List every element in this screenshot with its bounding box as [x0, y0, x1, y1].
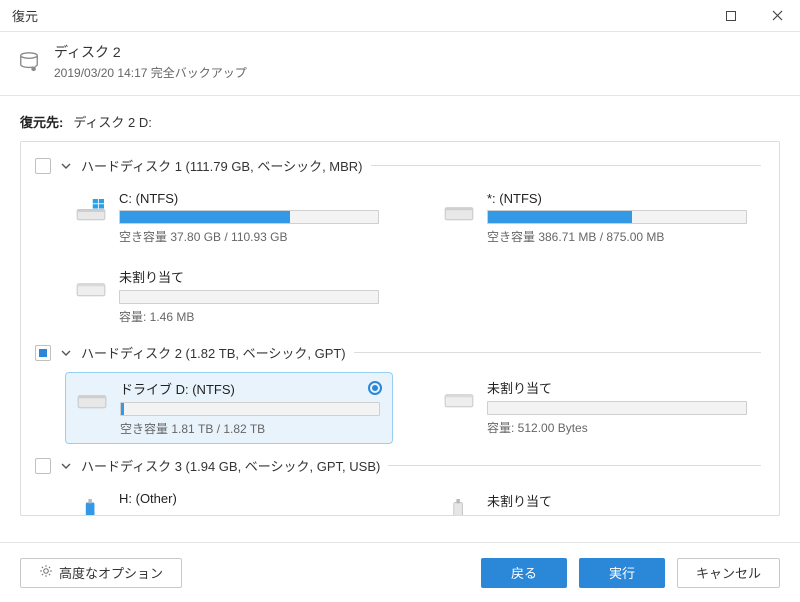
execute-label: 実行 — [609, 563, 635, 582]
advanced-options-label: 高度なオプション — [59, 563, 163, 582]
partition-name: 未割り当て — [487, 491, 753, 510]
usb-drive-icon — [73, 497, 109, 515]
partition-system[interactable]: *: (NTFS) 空き容量 386.71 MB / 875.00 MB — [433, 185, 761, 251]
windows-drive-icon — [73, 197, 109, 227]
partition-c[interactable]: C: (NTFS) 空き容量 37.80 GB / 110.93 GB — [65, 185, 393, 251]
usage-bar — [119, 290, 379, 304]
partition-info: 容量: 512.00 Bytes — [487, 419, 753, 436]
advanced-options-button[interactable]: 高度なオプション — [20, 558, 182, 588]
cancel-button[interactable]: キャンセル — [677, 558, 780, 588]
usb-drive-icon — [441, 497, 477, 515]
divider — [354, 352, 761, 353]
maximize-button[interactable] — [708, 0, 754, 32]
disk2-title: ハードディスク 2 (1.82 TB, ベーシック, GPT) — [81, 343, 346, 362]
partition-name: C: (NTFS) — [119, 191, 385, 206]
drive-icon — [74, 385, 110, 415]
partition-info: 空き容量 37.80 GB / 110.93 GB — [119, 228, 385, 245]
footer: 高度なオプション 戻る 実行 キャンセル — [0, 542, 800, 602]
destination-row: 復元先: ディスク 2 D: — [20, 112, 780, 131]
disk2-partitions: ドライブ D: (NTFS) 空き容量 1.81 TB / 1.82 TB 未割… — [35, 372, 761, 444]
partition-info: 容量: 1.46 MB — [119, 308, 385, 325]
usage-bar — [487, 401, 747, 415]
cancel-label: キャンセル — [696, 563, 761, 582]
partition-d[interactable]: ドライブ D: (NTFS) 空き容量 1.81 TB / 1.82 TB — [65, 372, 393, 444]
window-controls — [708, 0, 800, 32]
backup-name: ディスク 2 — [54, 42, 247, 62]
drive-icon — [73, 273, 109, 303]
partition-info: 空き容量 386.71 MB / 875.00 MB — [487, 228, 753, 245]
window-title: 復元 — [12, 6, 38, 25]
drive-icon — [441, 197, 477, 227]
execute-button[interactable]: 実行 — [579, 558, 665, 588]
back-button[interactable]: 戻る — [481, 558, 567, 588]
usage-bar-fill — [121, 403, 124, 415]
divider — [388, 465, 761, 466]
disk-scroll-area[interactable]: ハードディスク 1 (111.79 GB, ベーシック, MBR) C: (NT… — [21, 142, 779, 515]
disk-backup-icon — [18, 50, 42, 74]
disk3-partitions: H: (Other) 未割り当て — [35, 485, 761, 515]
partition-name: H: (Other) — [119, 491, 385, 506]
destination-value: ディスク 2 D: — [73, 112, 152, 131]
partition-name: ドライブ D: (NTFS) — [120, 379, 384, 398]
content-area: 復元先: ディスク 2 D: ハードディスク 1 (111.79 GB, ベーシ… — [0, 96, 800, 516]
partition-unallocated[interactable]: 未割り当て 容量: 512.00 Bytes — [433, 372, 761, 444]
destination-label: 復元先: — [20, 112, 63, 131]
partition-unallocated[interactable]: 未割り当て — [433, 485, 761, 515]
back-label: 戻る — [511, 563, 537, 582]
chevron-down-icon[interactable] — [59, 159, 73, 173]
disk3-header[interactable]: ハードディスク 3 (1.94 GB, ベーシック, GPT, USB) — [35, 456, 761, 475]
usage-bar-fill — [120, 211, 290, 223]
usage-bar — [120, 402, 380, 416]
close-button[interactable] — [754, 0, 800, 32]
usage-bar — [487, 210, 747, 224]
gear-icon — [39, 564, 53, 581]
divider — [371, 165, 761, 166]
disk1-partitions: C: (NTFS) 空き容量 37.80 GB / 110.93 GB *: (… — [35, 185, 761, 331]
titlebar: 復元 — [0, 0, 800, 32]
partition-unallocated[interactable]: 未割り当て 容量: 1.46 MB — [65, 261, 393, 331]
partition-name: *: (NTFS) — [487, 191, 753, 206]
disk1-checkbox[interactable] — [35, 158, 51, 174]
disk3-title: ハードディスク 3 (1.94 GB, ベーシック, GPT, USB) — [81, 456, 380, 475]
square-icon — [726, 11, 736, 21]
backup-header: ディスク 2 2019/03/20 14:17 完全バックアップ — [0, 32, 800, 96]
drive-icon — [441, 384, 477, 414]
partition-name: 未割り当て — [487, 378, 753, 397]
backup-timestamp: 2019/03/20 14:17 完全バックアップ — [54, 64, 247, 81]
usage-bar-fill — [488, 211, 632, 223]
disk2-checkbox[interactable] — [35, 345, 51, 361]
disk3-checkbox[interactable] — [35, 458, 51, 474]
selected-radio-icon — [368, 381, 382, 395]
partition-name: 未割り当て — [119, 267, 385, 286]
chevron-down-icon[interactable] — [59, 346, 73, 360]
disk1-header[interactable]: ハードディスク 1 (111.79 GB, ベーシック, MBR) — [35, 156, 761, 175]
disk2-header[interactable]: ハードディスク 2 (1.82 TB, ベーシック, GPT) — [35, 343, 761, 362]
disk-panel: ハードディスク 1 (111.79 GB, ベーシック, MBR) C: (NT… — [20, 141, 780, 516]
usage-bar — [119, 210, 379, 224]
partition-h[interactable]: H: (Other) — [65, 485, 393, 515]
disk1-title: ハードディスク 1 (111.79 GB, ベーシック, MBR) — [81, 156, 363, 175]
close-icon — [772, 10, 783, 21]
chevron-down-icon[interactable] — [59, 459, 73, 473]
partition-info: 空き容量 1.81 TB / 1.82 TB — [120, 420, 384, 437]
